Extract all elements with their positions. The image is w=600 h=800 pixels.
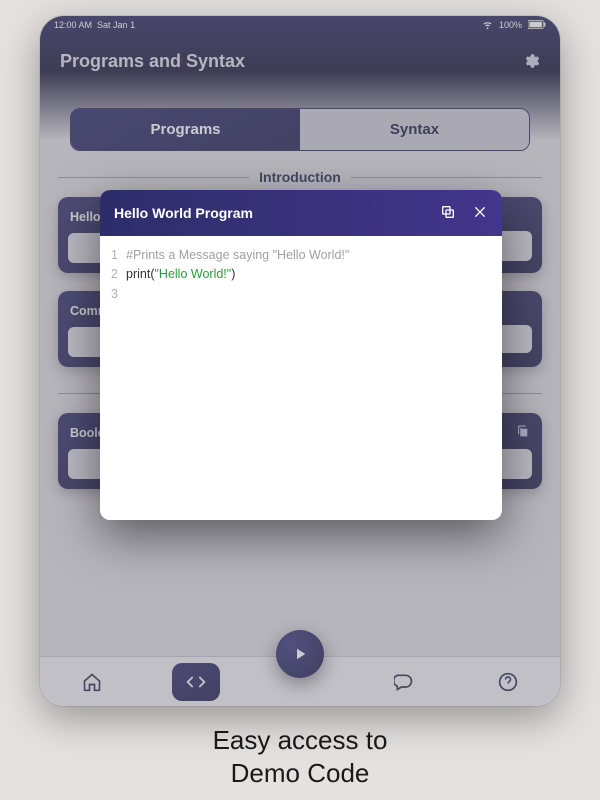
code-comment: #Prints a Message saying "Hello World!" — [126, 246, 349, 265]
code-line: 1 #Prints a Message saying "Hello World!… — [106, 246, 496, 265]
code-line: 2 print("Hello World!") — [106, 265, 496, 284]
promo-caption: Easy access to Demo Code — [213, 724, 388, 789]
close-icon — [472, 204, 488, 220]
code-text: print("Hello World!") — [126, 265, 235, 284]
code-body: 1 #Prints a Message saying "Hello World!… — [100, 236, 502, 314]
close-button[interactable] — [472, 204, 488, 223]
code-line: 3 — [106, 285, 496, 304]
line-number: 1 — [106, 246, 118, 265]
caption-line-1: Easy access to — [213, 724, 388, 757]
modal-title: Hello World Program — [114, 205, 253, 221]
copy-icon — [440, 204, 456, 220]
caption-line-2: Demo Code — [213, 757, 388, 790]
copy-button[interactable] — [440, 204, 456, 223]
tablet-frame: 12:00 AM Sat Jan 1 100% Programs and Syn… — [40, 16, 560, 706]
line-number: 2 — [106, 265, 118, 284]
line-number: 3 — [106, 285, 118, 304]
code-modal: Hello World Program 1 #Prints a Message … — [100, 190, 502, 520]
modal-header: Hello World Program — [100, 190, 502, 236]
